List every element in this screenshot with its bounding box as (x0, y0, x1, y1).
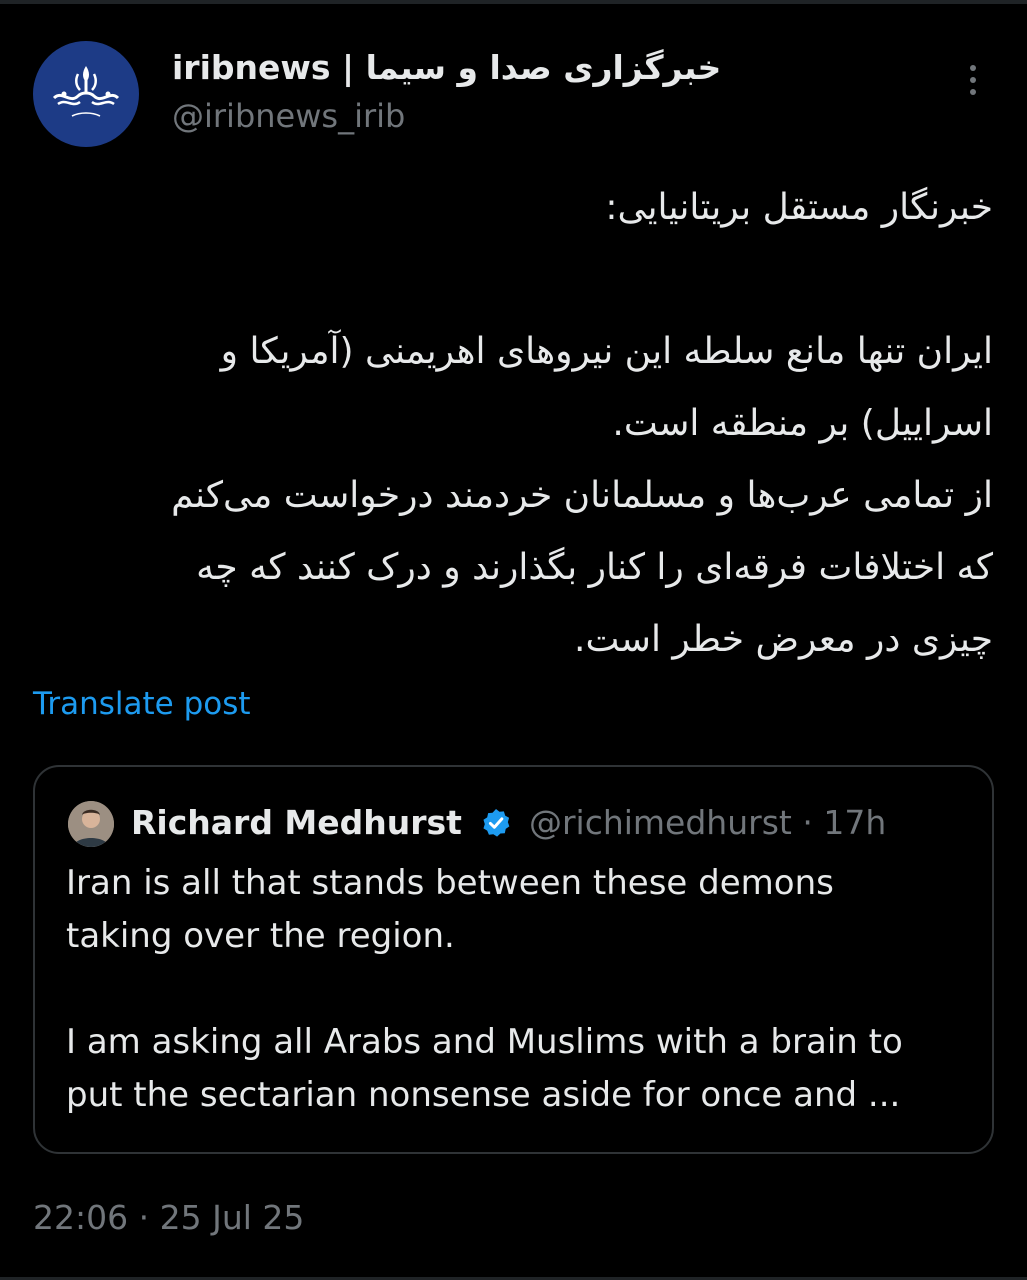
quoted-author-name[interactable]: Richard Medhurst (131, 803, 462, 842)
account-handle[interactable]: @iribnews_irib (172, 96, 405, 136)
quoted-line: Iran is all that stands between these de… (66, 863, 834, 903)
post-timestamp[interactable]: 22:06 · 25 Jul 25 (33, 1196, 304, 1240)
quoted-author-handle[interactable]: @richimedhurst (529, 803, 792, 842)
quoted-post-header: Richard Medhurst @richimedhurst · 17h (131, 801, 886, 850)
translate-post-link[interactable]: Translate post (33, 684, 251, 724)
display-name[interactable]: iribnews | خبرگزاری صدا و سیما (172, 46, 721, 90)
person-avatar-icon (68, 801, 114, 847)
more-vertical-icon[interactable] (958, 60, 988, 100)
top-divider (0, 0, 1027, 4)
post-line: اسراییل) بر منطقه است. (612, 403, 993, 444)
separator-dot: · (802, 803, 813, 842)
quoted-line: put the sectarian nonsense aside for onc… (66, 1075, 901, 1115)
quoted-post-card[interactable]: Richard Medhurst @richimedhurst · 17h Ir… (33, 765, 994, 1154)
quoted-line: I am asking all Arabs and Muslims with a… (66, 1022, 903, 1062)
post-line: چیزی در معرض خطر است. (574, 619, 993, 660)
profile-avatar[interactable] (33, 41, 139, 147)
post-line: ایران تنها مانع سلطه این نیروهای اهریمنی… (220, 331, 993, 372)
quoted-author-avatar[interactable] (68, 801, 114, 847)
post-text: خبرنگار مستقل بریتانیایی: ایران تنها مان… (40, 172, 993, 676)
quoted-post-time[interactable]: 17h (823, 803, 886, 842)
verified-badge-icon (480, 806, 512, 850)
quoted-line: taking over the region. (66, 916, 455, 956)
quoted-post-text: Iran is all that stands between these de… (66, 857, 962, 1122)
irib-logo-icon (52, 66, 120, 117)
post-time: 22:06 (33, 1198, 129, 1237)
post-date: 25 Jul 25 (159, 1198, 305, 1237)
post-line: از تمامی عرب‌ها و مسلمانان خردمند درخواس… (171, 475, 993, 516)
post-line: که اختلافات فرقه‌ای را کنار بگذارند و در… (196, 547, 993, 588)
post-line: خبرنگار مستقل بریتانیایی: (605, 187, 993, 228)
separator-dot: · (138, 1198, 150, 1237)
